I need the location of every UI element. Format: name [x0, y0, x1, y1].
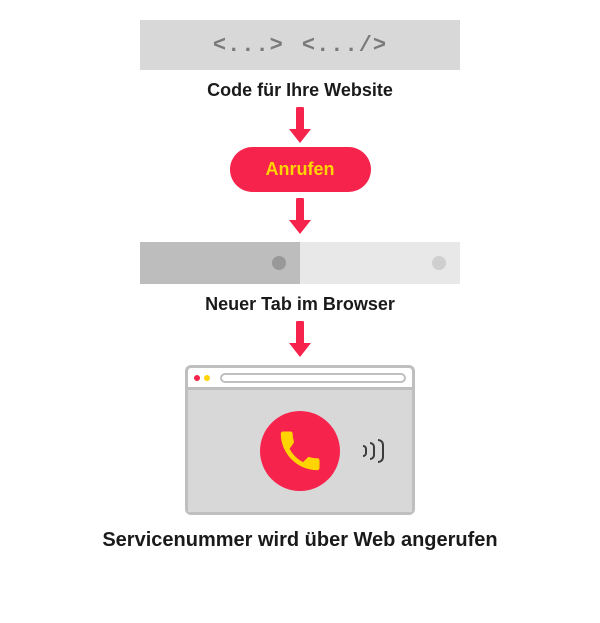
browser-tabs — [140, 242, 460, 284]
arrow-down-icon — [285, 321, 315, 359]
window-titlebar — [188, 368, 412, 390]
browser-window — [185, 365, 415, 515]
url-bar — [220, 373, 406, 383]
phone-icon — [277, 428, 323, 474]
tab-close-icon — [272, 256, 286, 270]
code-fragment-close: <.../> — [302, 33, 387, 58]
sound-waves-icon — [363, 439, 384, 463]
diagram-flow: <...> <.../> Code für Ihre Website Anruf… — [0, 0, 600, 552]
traffic-light-minimize-icon — [204, 375, 210, 381]
window-content — [188, 390, 412, 512]
step1-caption: Code für Ihre Website — [207, 80, 393, 101]
call-in-progress-badge — [260, 411, 340, 491]
browser-tab-active — [140, 242, 300, 284]
arrow-down-icon — [285, 107, 315, 145]
traffic-light-close-icon — [194, 375, 200, 381]
step4-caption: Servicenummer wird über Web angerufen — [102, 529, 497, 552]
step3-caption: Neuer Tab im Browser — [205, 294, 395, 315]
browser-tab-inactive — [300, 242, 460, 284]
arrow-down-icon — [285, 198, 315, 236]
code-snippet-box: <...> <.../> — [140, 20, 460, 70]
code-fragment-open: <...> — [213, 33, 284, 58]
call-button[interactable]: Anrufen — [230, 147, 371, 192]
tab-close-icon — [432, 256, 446, 270]
